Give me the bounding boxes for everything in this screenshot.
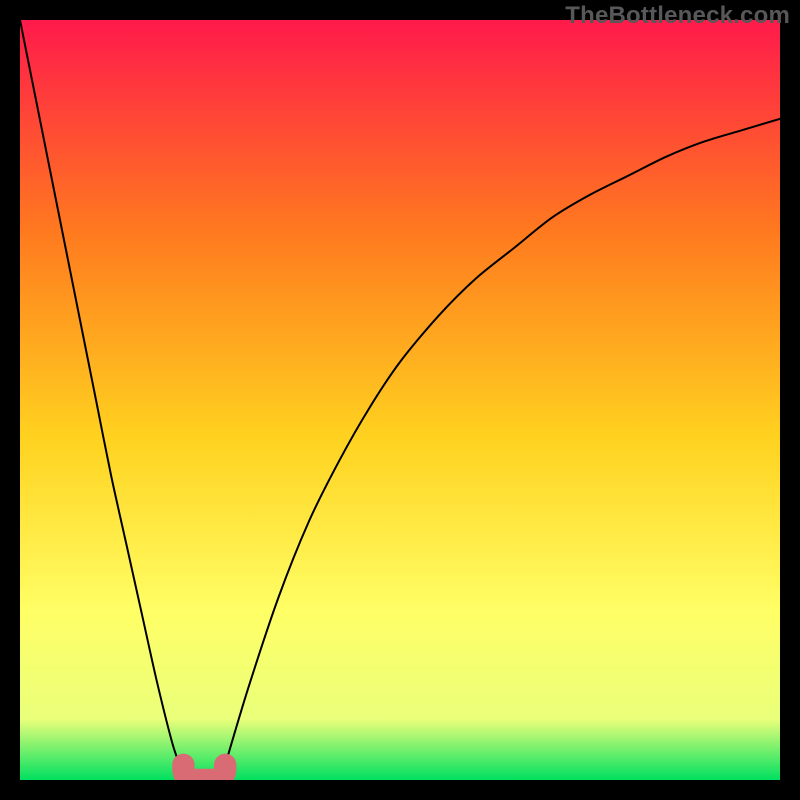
bottleneck-chart xyxy=(20,20,780,780)
watermark-label: TheBottleneck.com xyxy=(565,2,790,30)
chart-background xyxy=(20,20,780,780)
chart-frame: TheBottleneck.com xyxy=(0,0,800,800)
